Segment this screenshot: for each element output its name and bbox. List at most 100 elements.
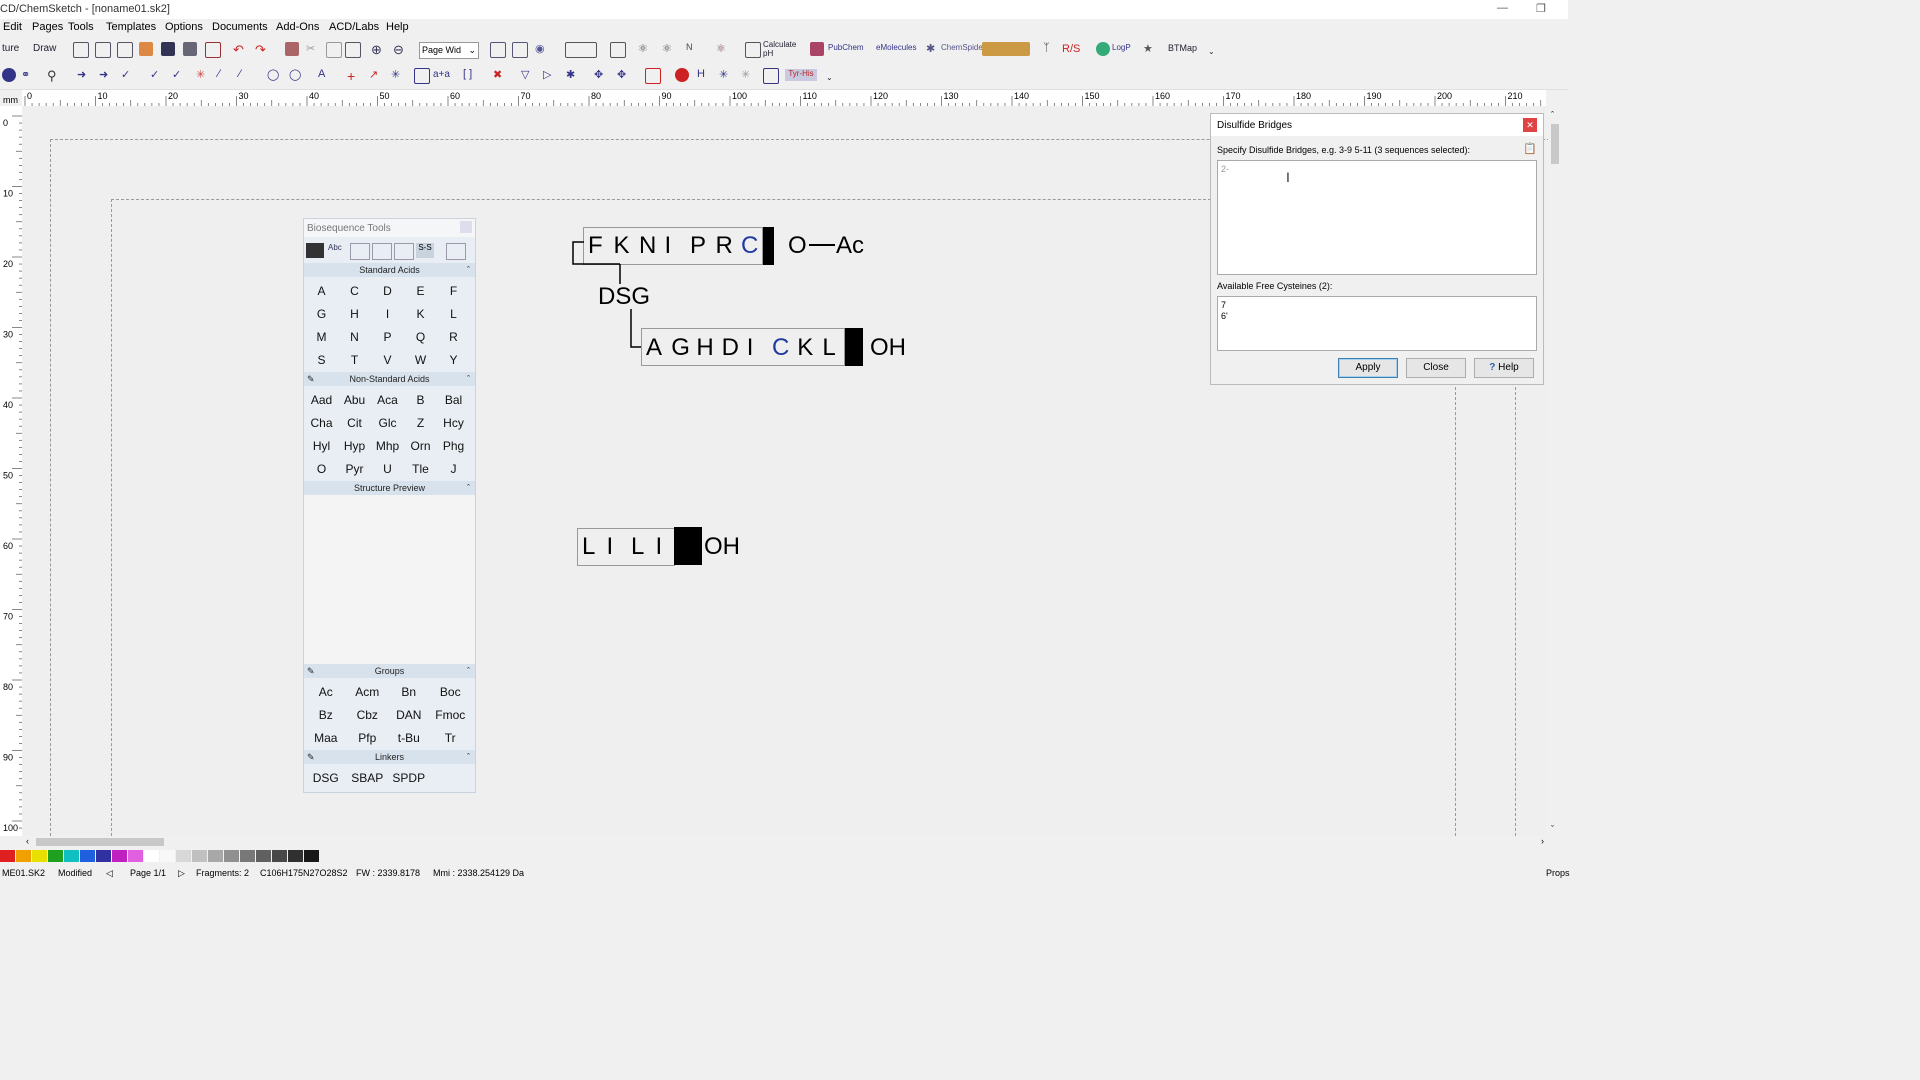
collapse-icon[interactable]: ˆ: [467, 664, 470, 678]
fragment-icon[interactable]: ✳: [719, 68, 733, 82]
text-icon[interactable]: A: [318, 68, 332, 82]
palette-swatch[interactable]: [64, 850, 79, 862]
chemspider-icon[interactable]: ✱: [926, 42, 940, 56]
residue-button[interactable]: Orn: [404, 436, 437, 456]
menu-pages[interactable]: Pages: [32, 21, 63, 33]
frame-icon[interactable]: [512, 42, 528, 58]
palette-swatch[interactable]: [256, 850, 271, 862]
check-icon[interactable]: [763, 68, 779, 84]
palette-swatch[interactable]: [0, 850, 15, 862]
clean-icon[interactable]: [285, 42, 299, 56]
residue-button[interactable]: Aca: [371, 390, 404, 410]
pubchem-button[interactable]: PubChem: [828, 43, 864, 52]
residue-button[interactable]: T: [338, 350, 371, 370]
standard-acids-header[interactable]: Standard Acids ˆ: [304, 263, 475, 277]
residue-button[interactable]: R: [437, 327, 470, 347]
refresh-icon[interactable]: [675, 68, 689, 82]
scroll-right-icon[interactable]: ›: [1541, 836, 1544, 846]
palette-swatch[interactable]: [304, 850, 319, 862]
pubchem-icon[interactable]: [810, 42, 824, 56]
residue-button[interactable]: DSG: [305, 768, 347, 788]
residue-button[interactable]: S: [305, 350, 338, 370]
residue[interactable]: D: [722, 334, 739, 362]
palette-swatch[interactable]: [128, 850, 143, 862]
residue-button[interactable]: Acm: [347, 682, 389, 702]
residue-button[interactable]: Bz: [305, 705, 347, 725]
residue-button[interactable]: W: [404, 350, 437, 370]
cyclo-icon[interactable]: ◯: [289, 68, 303, 82]
palette-swatch[interactable]: [144, 850, 159, 862]
residue-button[interactable]: Pfp: [347, 728, 389, 748]
open-icon[interactable]: [139, 42, 153, 56]
page-nav-next-icon[interactable]: ▷: [178, 868, 185, 879]
menu-templates[interactable]: Templates: [106, 21, 156, 33]
charge-icon[interactable]: ✳: [391, 68, 405, 82]
group-icon[interactable]: [645, 68, 661, 84]
btmap-icon[interactable]: ★: [1143, 42, 1157, 56]
residue-button[interactable]: V: [371, 350, 404, 370]
nonstandard-acids-header[interactable]: ✎ Non-Standard Acids ˆ: [304, 372, 475, 386]
residue[interactable]: P: [690, 232, 706, 260]
scroll-down-icon[interactable]: ˇ: [1551, 824, 1554, 834]
dashed-icon[interactable]: ∕: [239, 68, 253, 82]
draw-mode-button[interactable]: Draw: [33, 43, 56, 54]
emolecules-button[interactable]: eMolecules: [876, 43, 916, 52]
zoom-in-icon[interactable]: ⊕: [371, 42, 385, 57]
residue-button[interactable]: SBAP: [347, 768, 389, 788]
print-icon[interactable]: [183, 42, 197, 56]
menu-edit[interactable]: Edit: [3, 21, 22, 33]
palette-swatch[interactable]: [112, 850, 127, 862]
wedge-icon[interactable]: ✓: [150, 68, 164, 82]
residue-button[interactable]: D: [371, 281, 404, 301]
residue-button[interactable]: Cit: [338, 413, 371, 433]
rotate-icon[interactable]: ✱: [566, 68, 580, 82]
collapse-icon[interactable]: ˆ: [467, 263, 470, 277]
chain-icon[interactable]: ➜: [99, 68, 113, 82]
residue-button[interactable]: Z: [404, 413, 437, 433]
residue[interactable]: L: [582, 533, 595, 561]
vertical-scrollbar[interactable]: ˆ ˇ: [1548, 110, 1562, 836]
residue[interactable]: I: [747, 334, 754, 362]
ring-template-icon[interactable]: ◯: [267, 68, 281, 82]
structure-preview-header[interactable]: Structure Preview ˆ: [304, 481, 475, 495]
select-icon[interactable]: [490, 42, 506, 58]
residue-button[interactable]: Bal: [437, 390, 470, 410]
structure-icon[interactable]: ⚛: [638, 42, 652, 56]
save-icon[interactable]: [161, 42, 175, 56]
collapse-icon[interactable]: ˆ: [467, 372, 470, 386]
residue-button[interactable]: U: [371, 459, 404, 479]
residue-button[interactable]: Hyp: [338, 436, 371, 456]
residue-button[interactable]: Pyr: [338, 459, 371, 479]
scroll-up-icon[interactable]: ˆ: [1551, 110, 1554, 120]
bridges-input[interactable]: 2- I: [1217, 160, 1537, 275]
redo-icon[interactable]: ↷: [255, 42, 269, 57]
apply-button[interactable]: Apply: [1338, 358, 1398, 378]
collapse-icon[interactable]: ˆ: [467, 750, 470, 764]
residue[interactable]: K: [614, 232, 630, 260]
delete-icon[interactable]: ✖: [493, 68, 507, 82]
format2-icon[interactable]: [372, 243, 392, 260]
menu-help[interactable]: Help: [386, 21, 409, 33]
pdf-icon[interactable]: [205, 42, 221, 58]
edit-icon[interactable]: ✎: [307, 664, 315, 678]
cut-icon[interactable]: ✂: [306, 42, 320, 56]
plus-icon[interactable]: +: [347, 68, 361, 84]
residue-button[interactable]: Glc: [371, 413, 404, 433]
residue-button[interactable]: P: [371, 327, 404, 347]
palette-swatch[interactable]: [176, 850, 191, 862]
residue[interactable]: I: [656, 533, 663, 561]
bracket-icon[interactable]: [ ]: [463, 68, 477, 82]
residue-button[interactable]: Bn: [388, 682, 430, 702]
residue-button[interactable]: Hcy: [437, 413, 470, 433]
3d-icon[interactable]: [610, 42, 626, 58]
logp-button[interactable]: LogP: [1112, 43, 1131, 52]
format-icon[interactable]: [350, 243, 370, 260]
palette-swatch[interactable]: [80, 850, 95, 862]
groups-header[interactable]: ✎ Groups ˆ: [304, 664, 475, 678]
copy-page-icon[interactable]: [95, 42, 111, 58]
horizontal-scrollbar[interactable]: ‹ ›: [22, 836, 1546, 848]
template-icon[interactable]: ◉: [535, 42, 549, 56]
center-icon[interactable]: ✥: [617, 68, 631, 82]
menu-options[interactable]: Options: [165, 21, 203, 33]
close-button[interactable]: Close: [1406, 358, 1466, 378]
